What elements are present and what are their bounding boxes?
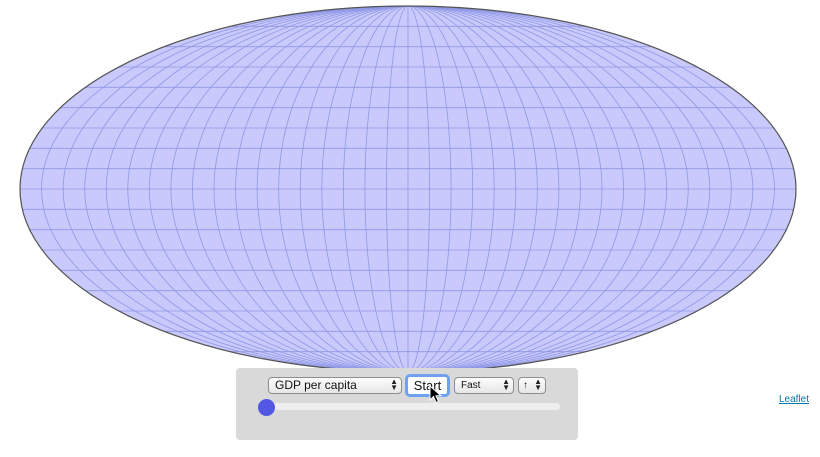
leaflet-attribution-link[interactable]: Leaflet [779, 394, 809, 405]
speed-select[interactable]: Fast ▲ ▼ [454, 377, 514, 394]
indicator-select-value: GDP per capita [275, 378, 357, 392]
direction-select-value: ↑ [523, 380, 528, 391]
start-button[interactable]: Start [405, 374, 450, 397]
speed-select-value: Fast [461, 380, 481, 391]
timeline-control-panel: GDP per capita ▲ ▼ Start Fast ▲ ▼ ↑ ▲ ▼ [236, 368, 578, 440]
up-down-chevron-icon: ▲ ▼ [534, 377, 542, 392]
map-stage: GDP per capita ▲ ▼ Start Fast ▲ ▼ ↑ ▲ ▼ Lea… [0, 0, 820, 457]
time-slider-track[interactable] [266, 403, 560, 410]
indicator-select[interactable]: GDP per capita ▲ ▼ [268, 377, 402, 394]
up-down-chevron-icon: ▲ ▼ [502, 377, 510, 392]
direction-select[interactable]: ↑ ▲ ▼ [518, 377, 546, 394]
time-slider-thumb[interactable] [258, 399, 275, 416]
up-down-chevron-icon: ▲ ▼ [390, 377, 398, 392]
arrow-pointer-icon [429, 385, 443, 404]
